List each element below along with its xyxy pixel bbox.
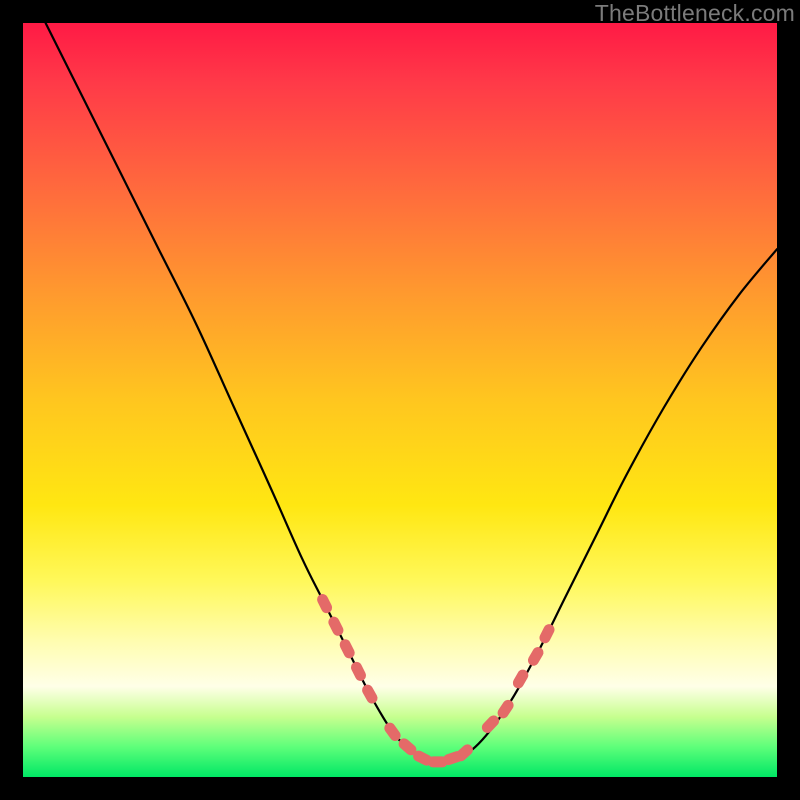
bead [315, 592, 334, 615]
bead [349, 660, 368, 683]
highlighted-beads [315, 592, 556, 767]
chart-svg [23, 23, 777, 777]
curve-path [46, 23, 777, 762]
watermark-text: TheBottleneck.com [595, 0, 795, 27]
bead [495, 698, 515, 721]
bead [327, 615, 346, 638]
bead [360, 683, 379, 706]
bead [526, 645, 546, 668]
bead [480, 713, 502, 735]
bead [338, 637, 357, 660]
bead [538, 622, 557, 645]
chart-frame [23, 23, 777, 777]
bottleneck-curve [46, 23, 777, 762]
